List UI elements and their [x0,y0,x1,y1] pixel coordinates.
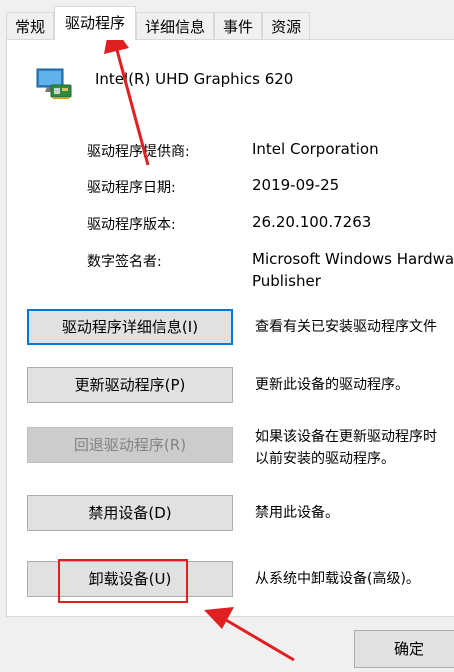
update-driver-description: 更新此设备的驱动程序。 [255,377,409,393]
rollback-driver-button[interactable]: 回退驱动程序(R) [27,427,233,463]
device-properties-dialog: 常规 驱动程序 详细信息 事件 资源 Intel(R) UHD Graphics… [0,0,454,672]
rollback-description-line2: 以前安装的驱动程序。 [255,451,395,467]
signer-label: 数字签名者: [87,254,162,270]
driver-details-button[interactable]: 驱动程序详细信息(I) [27,309,233,345]
driver-details-description: 查看有关已安装驱动程序文件 [255,319,437,335]
ok-button[interactable]: 确定 [354,630,454,668]
tab-driver[interactable]: 驱动程序 [54,6,137,40]
rollback-description-line1: 如果该设备在更新驱动程序时 [255,429,437,445]
device-name: Intel(R) UHD Graphics 620 [95,70,294,88]
tab-strip: 常规 驱动程序 详细信息 事件 资源 [0,0,454,40]
date-label: 驱动程序日期: [87,180,176,196]
disable-device-button[interactable]: 禁用设备(D) [27,495,233,531]
provider-value: Intel Corporation [252,140,379,158]
provider-label: 驱动程序提供商: [87,144,190,160]
signer-value-line2: Publisher [252,272,321,290]
driver-tab-panel: Intel(R) UHD Graphics 620 驱动程序提供商: Intel… [6,39,454,617]
tab-general[interactable]: 常规 [6,12,55,40]
uninstall-device-description: 从系统中卸载设备(高级)。 [255,571,420,587]
uninstall-device-button[interactable]: 卸载设备(U) [27,561,233,597]
tab-events[interactable]: 事件 [214,12,263,40]
update-driver-button[interactable]: 更新驱动程序(P) [27,367,233,403]
tab-details[interactable]: 详细信息 [136,12,215,40]
version-value: 26.20.100.7263 [252,213,372,231]
disable-device-description: 禁用此设备。 [255,505,339,521]
tab-resources[interactable]: 资源 [262,12,311,40]
signer-value-line1: Microsoft Windows Hardware [252,250,454,268]
version-label: 驱动程序版本: [87,217,176,233]
display-adapter-icon [36,68,72,99]
date-value: 2019-09-25 [252,176,340,194]
